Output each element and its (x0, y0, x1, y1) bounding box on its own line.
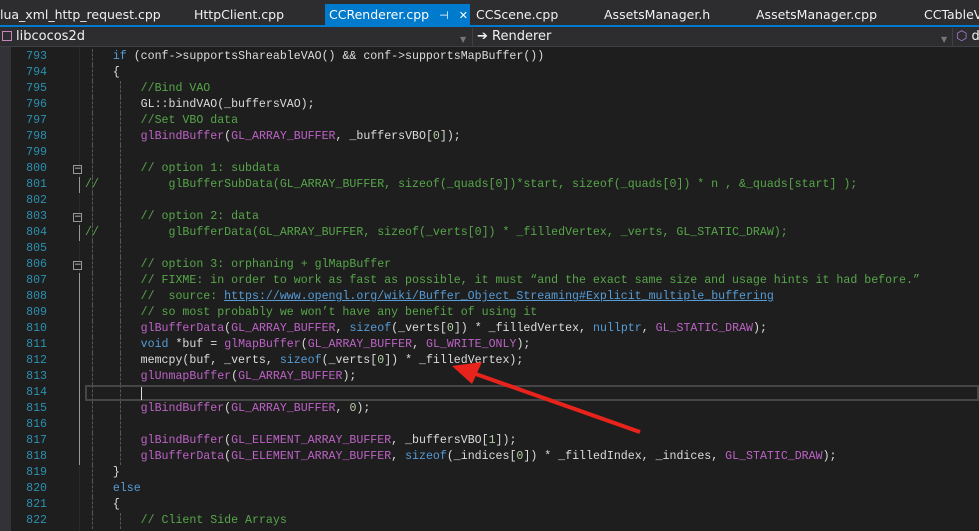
arrow-shaft (469, 370, 641, 434)
red-annotation-arrow (452, 362, 641, 434)
